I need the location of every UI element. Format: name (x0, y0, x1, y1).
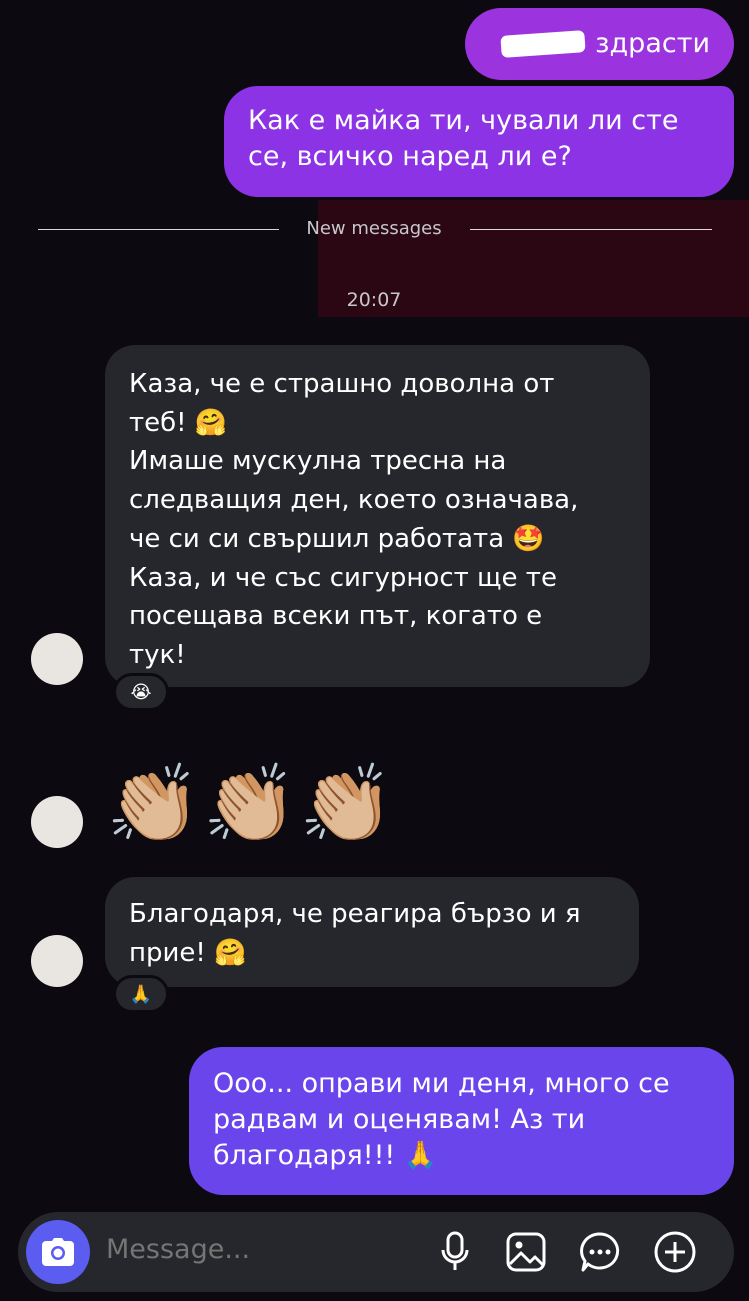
avatar[interactable] (31, 633, 83, 685)
emoji-message[interactable]: 👏🏼👏🏼👏🏼 (106, 752, 426, 856)
message-line: Каза, и че със сигурност ще те (129, 562, 557, 593)
camera-button[interactable] (26, 1220, 90, 1284)
message-line: че си си свършил работата 🤩 (129, 523, 545, 554)
redacted-name (500, 30, 586, 58)
message-text: Как е майка ти, чували ли сте се, всичко… (248, 105, 679, 172)
incoming-message[interactable]: Каза, че е страшно доволна от теб! 🤗 Има… (105, 345, 650, 687)
camera-icon (42, 1238, 74, 1266)
incoming-message[interactable]: Благодаря, че реагира бързо и я прие! 🤗 (105, 877, 639, 987)
message-text: здрасти (595, 28, 710, 59)
sticker-button[interactable] (576, 1228, 624, 1276)
message-line: тук! (129, 639, 186, 670)
avatar[interactable] (31, 796, 83, 848)
microphone-button[interactable] (431, 1228, 479, 1276)
avatar[interactable] (31, 935, 83, 987)
crying-face-icon: 😭 (130, 681, 152, 703)
divider-line-left (38, 229, 279, 230)
divider-line-right (470, 229, 712, 230)
reaction-badge[interactable]: 🙏 (113, 975, 169, 1013)
message-line: теб! 🤗 (129, 407, 228, 438)
plus-icon (654, 1231, 696, 1273)
message-line: Имаше мускулна тресна на (129, 446, 507, 477)
folded-hands-icon: 🙏 (129, 983, 153, 1005)
add-button[interactable] (651, 1228, 699, 1276)
sticker-icon (580, 1232, 620, 1272)
image-icon (506, 1232, 546, 1272)
message-input[interactable] (106, 1234, 406, 1265)
message-text: Благодаря, че реагира бързо и я прие! 🤗 (129, 899, 581, 968)
outgoing-message-reply[interactable]: Ооо... оправи ми деня, много се радвам и… (189, 1047, 734, 1195)
message-line: посещава всеки път, когато е (129, 601, 543, 632)
message-line: Каза, че е страшно доволна от (129, 369, 555, 399)
microphone-icon (441, 1231, 469, 1270)
gallery-button[interactable] (502, 1228, 550, 1276)
timestamp: 20:07 (346, 289, 402, 311)
reaction-badge[interactable]: 😭 (113, 673, 169, 711)
outgoing-message-greeting[interactable]: здрасти (465, 8, 734, 80)
new-messages-label: New messages (306, 218, 442, 239)
message-text: Ооо... оправи ми деня, много се радвам и… (213, 1068, 670, 1171)
message-line: следващия ден, което означава, (129, 485, 579, 516)
outgoing-message-question[interactable]: Как е майка ти, чували ли сте се, всичко… (224, 86, 734, 197)
